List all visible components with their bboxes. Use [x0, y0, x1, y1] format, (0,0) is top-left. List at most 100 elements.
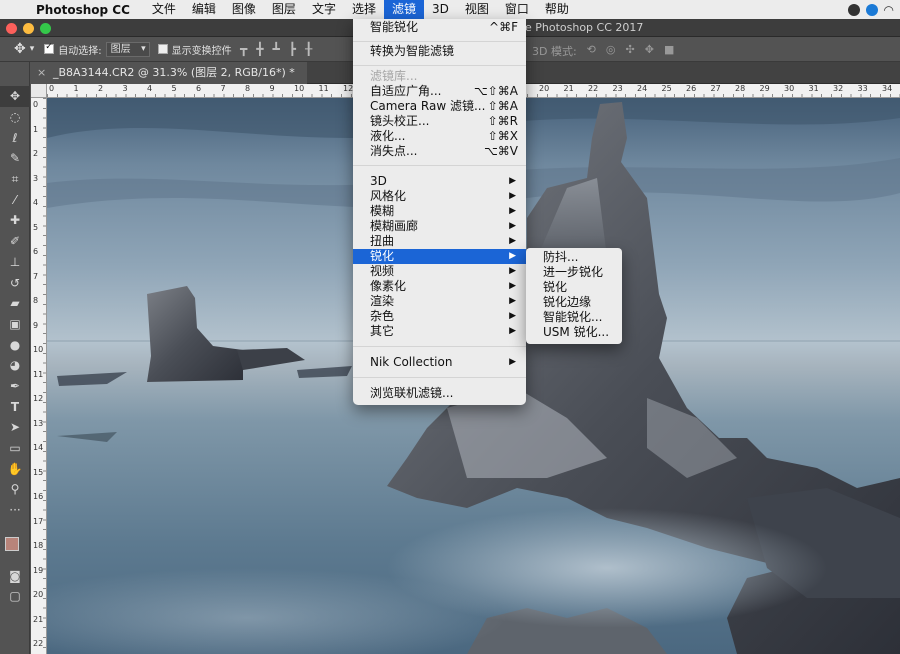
- menu-item-camera-raw[interactable]: Camera Raw 滤镜... ⇧⌘A: [353, 99, 526, 114]
- menu-window[interactable]: 窗口: [497, 0, 537, 19]
- menu-item-stylize[interactable]: 风格化 ▶: [353, 189, 526, 204]
- ruler-tick-label: 20: [33, 590, 44, 599]
- marquee-tool-icon[interactable]: ◌: [0, 107, 30, 128]
- ruler-tick-label: 16: [33, 492, 44, 501]
- menu-item-liquify[interactable]: 液化... ⇧⌘X: [353, 129, 526, 144]
- gradient-tool-icon[interactable]: ▣: [0, 314, 30, 335]
- menu-item-pixelate[interactable]: 像素化 ▶: [353, 279, 526, 294]
- menu-item-filter-gallery: 滤镜库...: [353, 69, 526, 84]
- menu-item-3d[interactable]: 3D ▶: [353, 174, 526, 189]
- ruler-tick-label: 11: [318, 84, 329, 93]
- move-tool-icon[interactable]: ✥: [14, 41, 26, 57]
- menu-item-vanishing-point[interactable]: 消失点... ⌥⌘V: [353, 144, 526, 159]
- menu-image[interactable]: 图像: [224, 0, 264, 19]
- submenu-item-sharpen[interactable]: 锐化: [526, 280, 622, 295]
- 3d-slide-icon[interactable]: ✥: [645, 43, 654, 59]
- 3d-rotate-icon[interactable]: ⟲: [587, 43, 596, 59]
- pen-tool-icon[interactable]: ✒: [0, 376, 30, 397]
- foreground-color-swatch[interactable]: [5, 537, 19, 551]
- submenu-item-shake-reduction[interactable]: 防抖...: [526, 250, 622, 265]
- menu-item-render[interactable]: 渲染 ▶: [353, 294, 526, 309]
- submenu-item-unsharp-mask[interactable]: USM 锐化...: [526, 325, 622, 340]
- zoom-window-button[interactable]: [40, 23, 51, 34]
- menu-file[interactable]: 文件: [144, 0, 184, 19]
- shape-tool-icon[interactable]: ▭: [0, 438, 30, 459]
- wifi-icon[interactable]: ◠: [884, 3, 894, 17]
- move-tool-icon[interactable]: ✥: [0, 86, 30, 107]
- menu-item-noise[interactable]: 杂色 ▶: [353, 309, 526, 324]
- align-left-icon[interactable]: ┣: [289, 42, 296, 56]
- menu-help[interactable]: 帮助: [537, 0, 577, 19]
- menu-item-convert-smart-filters[interactable]: 转换为智能滤镜: [353, 44, 526, 59]
- align-hcenter-icon[interactable]: ╂: [305, 42, 312, 56]
- submenu-item-sharpen-edges[interactable]: 锐化边缘: [526, 295, 622, 310]
- menu-view[interactable]: 视图: [457, 0, 497, 19]
- eraser-tool-icon[interactable]: ▰: [0, 293, 30, 314]
- ruler-tick-label: 8: [245, 84, 251, 93]
- close-tab-icon[interactable]: ×: [37, 62, 46, 84]
- screen-mode-icon[interactable]: ▢: [0, 586, 30, 607]
- lasso-tool-icon[interactable]: ℓ: [0, 127, 30, 148]
- menu-edit[interactable]: 编辑: [184, 0, 224, 19]
- 3d-drag-icon[interactable]: ✣: [626, 43, 635, 59]
- document-tab[interactable]: × _B8A3144.CR2 @ 31.3% (图层 2, RGB/16*) *: [31, 62, 307, 84]
- menu-item-distort[interactable]: 扭曲 ▶: [353, 234, 526, 249]
- menu-item-blur[interactable]: 模糊 ▶: [353, 204, 526, 219]
- zoom-tool-icon[interactable]: ⚲: [0, 479, 30, 500]
- align-top-icon[interactable]: ┳: [240, 42, 247, 56]
- vertical-ruler[interactable]: 01234567891011121314151617181920212223: [31, 98, 47, 654]
- close-window-button[interactable]: [6, 23, 17, 34]
- 3d-scale-icon[interactable]: ■: [664, 43, 674, 59]
- menu-3d[interactable]: 3D: [424, 0, 457, 19]
- menu-item-sharpen[interactable]: 锐化 ▶: [353, 249, 526, 264]
- brush-tool-icon[interactable]: ✐: [0, 231, 30, 252]
- blur-tool-icon[interactable]: ●: [0, 334, 30, 355]
- quick-select-tool-icon[interactable]: ✎: [0, 148, 30, 169]
- menu-item-browse-filters-online[interactable]: 浏览联机滤镜...: [353, 386, 526, 401]
- menu-item-blur-gallery[interactable]: 模糊画廊 ▶: [353, 219, 526, 234]
- submenu-item-smart-sharpen[interactable]: 智能锐化...: [526, 310, 622, 325]
- clone-stamp-tool-icon[interactable]: ⊥: [0, 252, 30, 273]
- menu-item-smart-sharpen-repeat[interactable]: 智能锐化 ^⌘F: [353, 20, 526, 35]
- minimize-window-button[interactable]: [23, 23, 34, 34]
- status-app-icon[interactable]: [865, 3, 878, 16]
- hand-tool-icon[interactable]: ✋: [0, 458, 30, 479]
- ruler-tick-label: 19: [33, 565, 44, 575]
- crop-tool-icon[interactable]: ⌗: [0, 169, 30, 190]
- menu-type[interactable]: 文字: [304, 0, 344, 19]
- more-tools-icon[interactable]: ···: [0, 500, 30, 521]
- tool-preset-dropdown[interactable]: ▾: [30, 44, 35, 54]
- menu-select[interactable]: 选择: [344, 0, 384, 19]
- 3d-roll-icon[interactable]: ◎: [606, 43, 616, 59]
- ruler-tick-label: 30: [784, 84, 795, 93]
- menu-item-lens-correction[interactable]: 镜头校正... ⇧⌘R: [353, 114, 526, 129]
- submenu-item-sharpen-more[interactable]: 进一步锐化: [526, 265, 622, 280]
- app-name[interactable]: Photoshop CC: [36, 3, 130, 17]
- align-vcenter-icon[interactable]: ╋: [256, 42, 263, 56]
- auto-select-dropdown[interactable]: 图层: [105, 41, 150, 57]
- auto-select-checkbox[interactable]: [44, 42, 55, 54]
- ruler-tick-label: 31: [808, 84, 819, 93]
- history-brush-tool-icon[interactable]: ↺: [0, 272, 30, 293]
- menu-item-adaptive-wide-angle[interactable]: 自适应广角... ⌥⇧⌘A: [353, 84, 526, 99]
- ruler-origin[interactable]: [31, 84, 47, 98]
- menu-item-video[interactable]: 视频 ▶: [353, 264, 526, 279]
- ruler-tick-label: 15: [33, 467, 44, 477]
- ruler-tick-label: 28: [735, 84, 746, 93]
- menu-item-label: 像素化: [370, 279, 407, 293]
- align-bottom-icon[interactable]: ┻: [272, 42, 279, 56]
- submenu-arrow-icon: ▶: [509, 176, 516, 186]
- quick-mask-icon[interactable]: ◙: [0, 566, 30, 587]
- type-tool-icon[interactable]: T: [0, 396, 30, 417]
- show-transform-checkbox[interactable]: [157, 44, 168, 54]
- healing-brush-tool-icon[interactable]: ✚: [0, 210, 30, 231]
- wechat-icon[interactable]: [847, 3, 860, 16]
- eyedropper-tool-icon[interactable]: ⁄: [0, 189, 30, 210]
- menu-item-other[interactable]: 其它 ▶: [353, 324, 526, 339]
- window-title: be Photoshop CC 2017: [518, 21, 644, 34]
- menu-filter[interactable]: 滤镜: [383, 0, 424, 19]
- dodge-tool-icon[interactable]: ◕: [0, 355, 30, 376]
- menu-layer[interactable]: 图层: [264, 0, 304, 19]
- menu-item-nik-collection[interactable]: Nik Collection ▶: [353, 355, 526, 370]
- path-select-tool-icon[interactable]: ➤: [0, 417, 30, 438]
